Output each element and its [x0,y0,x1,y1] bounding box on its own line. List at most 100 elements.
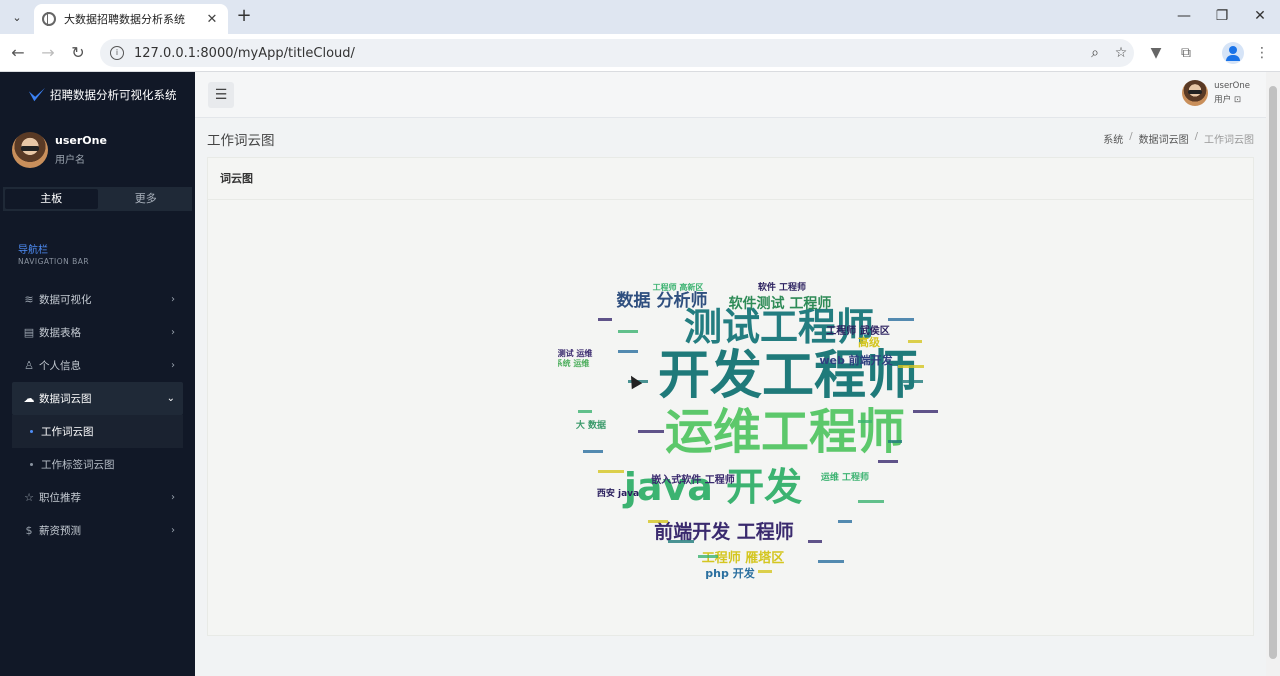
url-text[interactable]: 127.0.0.1:8000/myApp/titleCloud/ [134,46,1082,61]
segment-more[interactable]: 更多 [100,187,193,211]
brand-title: 招聘数据分析可视化系统 [50,88,177,102]
avatar [1182,80,1209,106]
browser-tab-bar: ⌄ 大数据招聘数据分析系统 ✕ + — ❐ ✕ [0,0,1280,34]
word-cloud-small-word [888,440,902,443]
sidebar-subitem-tag-cloud[interactable]: 工作标签词云图 [12,448,183,481]
breadcrumb-current: 工作词云图 [1204,135,1254,146]
word-cloud-small-word [838,520,852,523]
word-cloud-word: java 开发 [622,465,802,509]
chevron-right-icon: › [171,525,175,536]
word-cloud-small-word [583,450,603,453]
word-cloud-word: 运维 工程师 [821,471,869,483]
cloud-icon: ☁ [23,391,35,405]
minimize-icon[interactable]: — [1172,8,1196,24]
chevron-right-icon: › [171,360,175,371]
word-cloud-word: 大 数据 [576,419,606,431]
word-cloud-small-word [598,470,624,473]
chevron-right-icon: › [171,327,175,338]
nav-title: 导航栏 [18,245,48,256]
new-tab-button[interactable]: + [234,6,254,26]
sidebar: 招聘数据分析可视化系统 userOne 用户名 主板 更多 导航栏 NAVIGA… [0,72,195,676]
chevron-right-icon: › [171,294,175,305]
close-window-icon[interactable]: ✕ [1248,8,1272,24]
sidebar-item-label: 数据表格 [39,327,81,339]
profile-avatar-icon[interactable] [1222,42,1244,64]
word-cloud-small-word [808,540,822,543]
restore-icon[interactable]: ❐ [1210,8,1234,24]
page-scrollbar[interactable] [1266,72,1280,676]
url-bar[interactable]: i 127.0.0.1:8000/myApp/titleCloud/ ⌕ ☆ [100,39,1134,67]
word-cloud-word: 软件 工程师 [758,281,806,293]
tab-title: 大数据招聘数据分析系统 [64,13,185,26]
forward-arrow-icon[interactable]: → [38,43,58,63]
word-cloud-word: web 前端开发 [819,353,893,367]
sidebar-menu: ≋ 数据可视化 › ▤ 数据表格 › ♙ 个人信息 › ☁ 数据词云图 ⌄ 工作… [12,283,183,547]
sidebar-item-label: 个人信息 [39,360,81,372]
extension-vue-icon[interactable]: ▼ [1146,43,1166,63]
address-toolbar: ← → ↻ i 127.0.0.1:8000/myApp/titleCloud/… [0,34,1280,72]
word-cloud-word: 运维工程师 [665,404,905,460]
extensions-puzzle-icon[interactable]: ⧉ [1176,43,1196,63]
word-cloud-word: 测试 运维 [558,348,592,358]
word-cloud-word: 高级 [858,335,881,349]
bookmark-star-icon[interactable]: ☆ [1108,45,1134,61]
globe-icon [42,12,56,26]
sidebar-item-label: 职位推荐 [39,492,81,504]
word-cloud-small-word [908,340,922,343]
top-user-menu[interactable]: userOne 用户 ⊡ [1182,80,1250,106]
hamburger-menu-icon[interactable]: ☰ [208,82,234,108]
tab-search-chevron-icon[interactable]: ⌄ [6,6,28,28]
scrollbar-thumb[interactable] [1269,86,1277,659]
sidebar-item-label: 数据可视化 [39,294,92,306]
brand[interactable]: 招聘数据分析可视化系统 [28,86,177,104]
top-user-role: 用户 ⊡ [1214,95,1241,105]
breadcrumb: 系统 / 数据词云图 / 工作词云图 [1103,131,1254,146]
word-cloud-small-word [668,540,694,543]
word-cloud-word: 数据 分析师 [617,290,708,311]
word-cloud-word: 系统 运维 [558,358,589,368]
word-cloud-small-word [758,570,772,573]
close-tab-icon[interactable]: ✕ [204,12,220,27]
word-cloud-small-word [638,430,664,433]
sidebar-item-salary-predict[interactable]: $ 薪资预测 › [12,514,183,547]
word-cloud-small-word [648,520,668,523]
sidebar-user-card: userOne 用户名 [12,132,107,168]
page-title: 工作词云图 [207,133,275,149]
word-cloud-word: 前端开发 工程师 [654,520,794,543]
chevron-down-icon: ⌄ [166,393,175,404]
word-cloud-small-word [913,410,938,413]
word-cloud-small-word [598,318,612,321]
reload-icon[interactable]: ↻ [68,43,88,63]
back-arrow-icon[interactable]: ← [8,43,28,63]
word-cloud-small-word [858,500,884,503]
sidebar-item-data-visualization[interactable]: ≋ 数据可视化 › [12,283,183,316]
sidebar-subitem-job-cloud[interactable]: 工作词云图 [12,415,183,448]
word-cloud-small-word [858,420,872,423]
sidebar-subitem-label: 工作词云图 [41,426,94,438]
browser-tab[interactable]: 大数据招聘数据分析系统 ✕ [34,4,228,34]
word-cloud-word: 嵌入式软件 工程师 [651,473,734,486]
sidebar-item-word-cloud[interactable]: ☁ 数据词云图 ⌄ [12,382,183,415]
word-cloud-word: 西安 java [597,487,639,499]
sidebar-item-data-table[interactable]: ▤ 数据表格 › [12,316,183,349]
word-cloud-word: php 开发 [705,566,755,580]
star-icon: ☆ [24,490,34,504]
sidebar-user-role: 用户名 [55,155,85,166]
sidebar-item-profile[interactable]: ♙ 个人信息 › [12,349,183,382]
table-icon: ▤ [23,325,35,339]
breadcrumb-item[interactable]: 系统 [1103,131,1123,146]
top-bar: ☰ userOne 用户 ⊡ [195,72,1266,118]
word-cloud-small-word [903,380,923,383]
site-info-icon[interactable]: i [110,46,124,60]
word-cloud-word: 软件测试 工程师 [729,295,832,312]
zoom-icon[interactable]: ⌕ [1082,45,1108,61]
segment-main[interactable]: 主板 [5,189,98,209]
sidebar-segment-control: 主板 更多 [3,187,192,211]
breadcrumb-item[interactable]: 数据词云图 [1139,131,1189,146]
word-cloud-small-word [618,350,638,353]
sidebar-item-job-recommend[interactable]: ☆ 职位推荐 › [12,481,183,514]
word-cloud-small-word [818,560,844,563]
layers-icon: ≋ [24,292,34,306]
browser-menu-icon[interactable]: ⋮ [1252,43,1272,63]
top-user-name: userOne [1214,81,1250,91]
